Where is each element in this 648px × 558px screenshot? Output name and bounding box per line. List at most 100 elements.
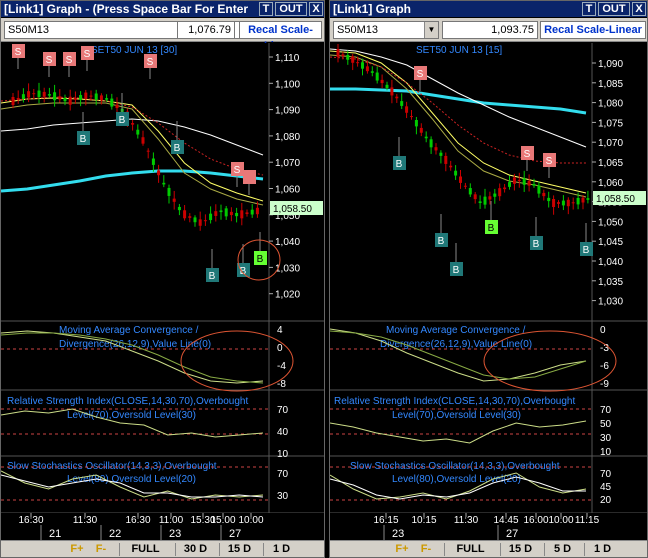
left-price-tick-label: 1,030 xyxy=(275,263,300,274)
left-time-label: 11:30 xyxy=(73,515,98,526)
right-buy-signal-label: B xyxy=(438,236,445,247)
right-full-button[interactable]: FULL xyxy=(444,543,496,556)
left-t-button[interactable]: T xyxy=(259,2,273,16)
left-full-button[interactable]: FULL xyxy=(119,543,171,556)
left-candle-body xyxy=(47,94,51,96)
right-macd-label-line1: Moving Average Convergence / xyxy=(386,325,526,336)
right-price-tick-label: 1,060 xyxy=(598,178,623,189)
right-candle-body xyxy=(454,170,458,176)
right-candle-body xyxy=(444,155,448,164)
left-sell-signal-label: S xyxy=(147,57,154,68)
left-candle-body xyxy=(167,187,171,196)
left-candle-body xyxy=(110,98,114,107)
left-candle-body xyxy=(245,212,249,215)
left-price-tick-label: 1,090 xyxy=(275,106,300,117)
left-out-button[interactable]: OUT xyxy=(275,2,307,16)
left-price-marker-label: 1,058.50 xyxy=(273,204,312,215)
left-candle-body xyxy=(146,150,150,152)
right-candle-body xyxy=(449,165,453,168)
right-candle-body xyxy=(390,87,394,96)
right-candle-body xyxy=(532,184,536,186)
left-rsi-label-line2: Level(70),Oversold Level(30) xyxy=(67,410,196,421)
right-price-tick-label: 1,065 xyxy=(598,158,623,169)
left-candle-body xyxy=(250,209,254,215)
right-graph-window: [Link1] Graph T OUT X S50M13 ▼ 1,093.75 … xyxy=(329,0,648,558)
left-price-tick-label: 1,100 xyxy=(275,79,300,90)
right-candle-body xyxy=(385,84,389,89)
left-range-1d-button[interactable]: 1 D xyxy=(263,543,299,556)
left-candle-body xyxy=(198,219,202,226)
left-candle-body xyxy=(172,198,176,202)
right-candle-body xyxy=(512,177,516,184)
right-time-label: 11:30 xyxy=(454,515,479,526)
right-toolbar: S50M13 ▼ 1,093.75 Recal Scale-Linear xyxy=(330,18,647,42)
right-candle-body xyxy=(566,199,570,207)
right-out-button[interactable]: OUT xyxy=(598,2,630,16)
left-font-increase-button[interactable]: F+ xyxy=(67,543,87,556)
right-time-label: 16:00 xyxy=(523,515,548,526)
right-symbol-value: S50M13 xyxy=(337,24,378,36)
right-candle-body xyxy=(351,56,355,63)
right-range-1d-button[interactable]: 1 D xyxy=(584,543,620,556)
left-candle-body xyxy=(16,97,20,100)
left-bottom-bar: F+ F- FULL 30 D 15 D 1 D xyxy=(1,540,324,557)
left-candle-body xyxy=(193,217,197,223)
left-sto-tick-label: 30 xyxy=(277,491,289,502)
right-candle-body xyxy=(395,96,399,99)
right-price-tick-label: 1,080 xyxy=(598,99,623,110)
right-candle-body xyxy=(341,54,345,56)
right-bottom-bar: F+ F- FULL 15 D 5 D 1 D xyxy=(330,540,647,557)
right-range-15d-button[interactable]: 15 D xyxy=(500,543,540,556)
right-recal-scale-button[interactable]: Recal Scale-Linear xyxy=(540,21,646,39)
left-font-decrease-button[interactable]: F- xyxy=(91,543,111,556)
left-candle-body xyxy=(99,95,103,101)
left-price-tick-label: 1,060 xyxy=(275,185,300,196)
left-buy-signal-label: B xyxy=(119,115,126,126)
right-buy-signal-label: B xyxy=(453,265,460,276)
right-price-marker-label: 1,058.50 xyxy=(596,194,635,205)
right-candle-body xyxy=(586,198,590,200)
right-buy-signal-label: B xyxy=(533,239,540,250)
left-chart-label: SET50 JUN 13 [30] xyxy=(91,45,177,56)
right-candle-body xyxy=(400,101,404,106)
right-font-increase-button[interactable]: F+ xyxy=(392,543,412,556)
left-range-15d-button[interactable]: 15 D xyxy=(219,543,259,556)
left-price-tick-label: 1,040 xyxy=(275,237,300,248)
right-candle-body xyxy=(508,182,511,187)
right-close-button[interactable]: X xyxy=(632,2,646,16)
right-range-5d-button[interactable]: 5 D xyxy=(544,543,580,556)
right-buy-signal-label: B xyxy=(583,245,590,256)
left-sell-signal-label: S xyxy=(15,47,22,58)
left-candle-body xyxy=(136,129,140,135)
right-candle-body xyxy=(336,49,340,57)
chevron-down-icon[interactable]: ▼ xyxy=(424,22,438,38)
right-font-decrease-button[interactable]: F- xyxy=(416,543,436,556)
right-rsi-tick-label: 30 xyxy=(600,433,612,444)
left-date-label: 21 xyxy=(49,528,61,540)
left-sell-signal-label: S xyxy=(66,55,73,66)
right-t-button[interactable]: T xyxy=(582,2,596,16)
right-symbol-select[interactable]: S50M13 ▼ xyxy=(333,21,439,39)
left-recal-scale-button[interactable]: Recal Scale-Linear xyxy=(239,21,322,52)
right-candle-body xyxy=(498,188,502,197)
left-candle-body xyxy=(11,97,15,105)
right-candle-body xyxy=(527,180,531,186)
left-candle-body xyxy=(188,216,192,218)
left-toolbar: S50M13 ▼ 1,076.79 Recal Scale-Linear xyxy=(1,18,324,52)
right-sto-tick-label: 20 xyxy=(600,495,612,506)
right-candle-body xyxy=(463,185,467,187)
right-candle-body xyxy=(473,194,477,200)
right-price-tick-label: 1,030 xyxy=(598,297,623,308)
left-candle-body xyxy=(141,137,145,144)
right-candle-body xyxy=(517,179,521,181)
right-chart-area[interactable]: SET50 JUN 13 [15] 1,090 1,085 1,080 1,075 1,0… xyxy=(330,43,647,540)
left-close-button[interactable]: X xyxy=(309,2,323,16)
right-time-label: 11:15 xyxy=(575,515,600,526)
left-price-tick-label: 1,020 xyxy=(275,290,300,301)
left-candle-body xyxy=(115,104,119,109)
left-time-label: 16:30 xyxy=(18,515,43,526)
right-price-tick-label: 1,070 xyxy=(598,138,623,149)
right-candle-body xyxy=(439,152,443,156)
left-chart-area[interactable]: SET50 JUN 13 [30] 1,110 1,100 1,090 1,080 1,0… xyxy=(1,43,324,540)
left-range-30d-button[interactable]: 30 D xyxy=(175,543,215,556)
